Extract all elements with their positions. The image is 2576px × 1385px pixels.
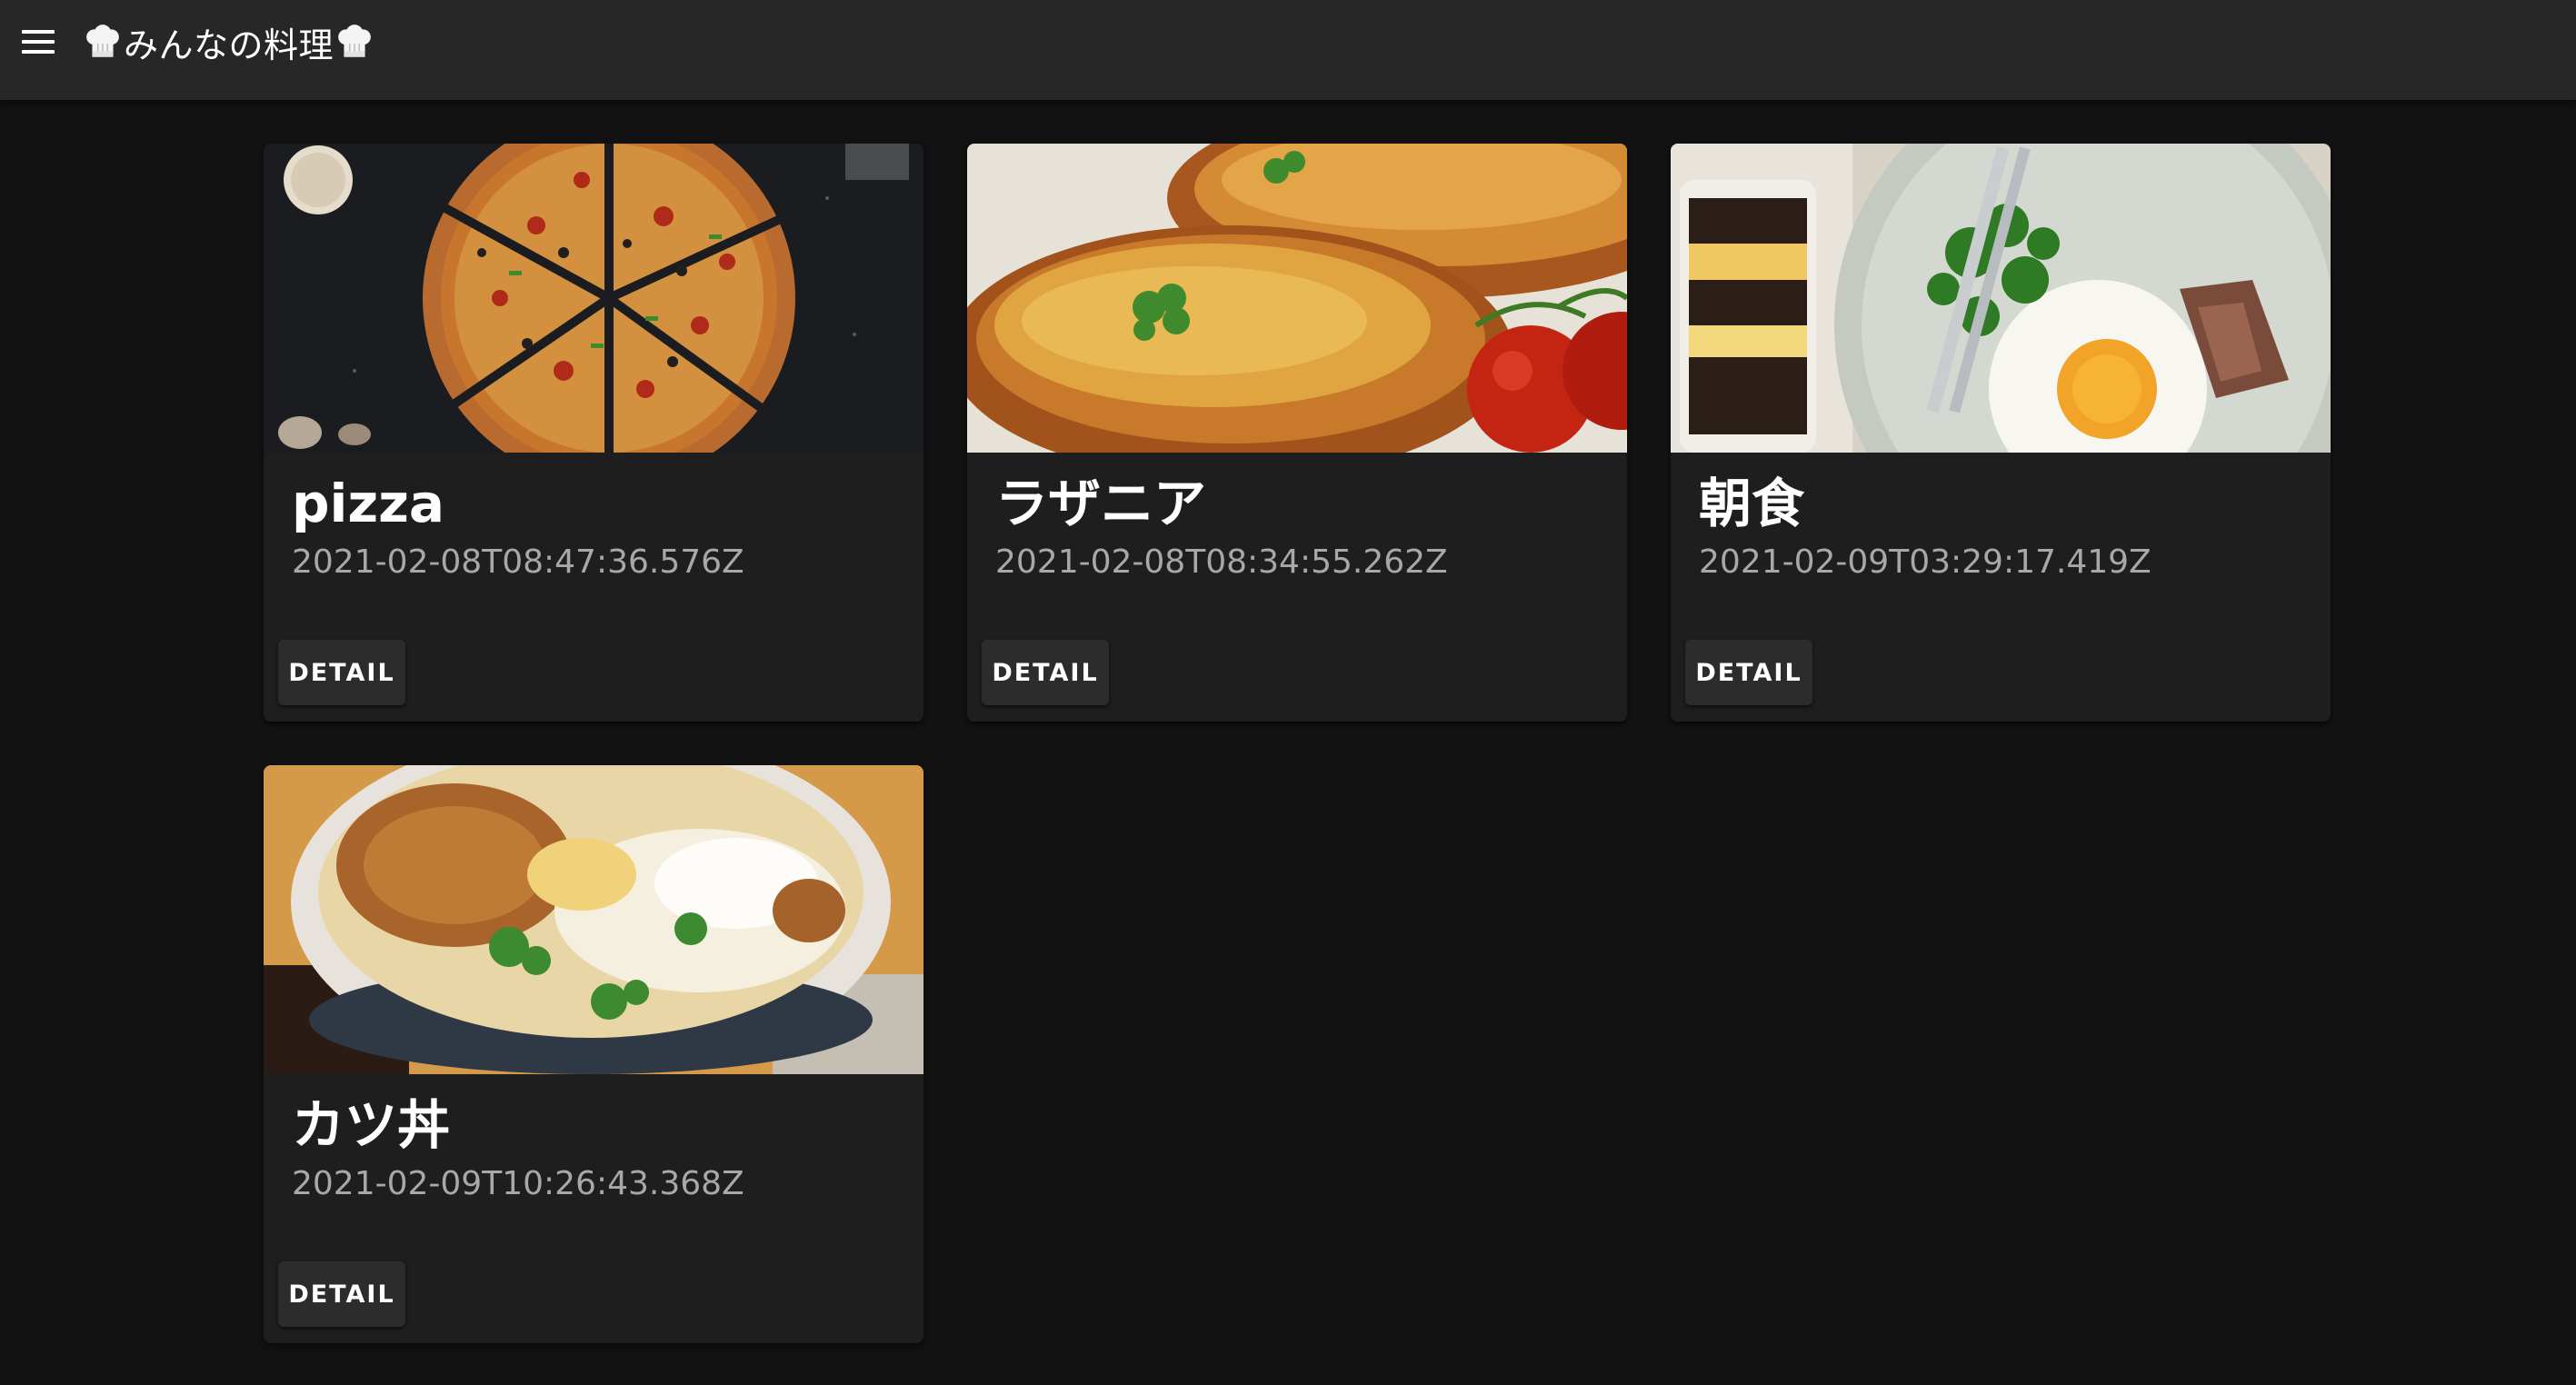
recipe-title: カツ丼 bbox=[292, 1094, 451, 1156]
recipe-card: pizza 2021-02-08T08:47:36.576Z DETAIL bbox=[264, 144, 924, 722]
lasagna-photo bbox=[967, 144, 1627, 453]
recipe-date: 2021-02-09T10:26:43.368Z bbox=[292, 1165, 744, 1202]
recipe-title: pizza bbox=[292, 473, 445, 534]
katsudon-photo bbox=[264, 765, 924, 1074]
app-title-text: みんなの料理 bbox=[124, 25, 334, 65]
recipe-title: ラザニア bbox=[995, 473, 1207, 534]
recipe-date: 2021-02-09T03:29:17.419Z bbox=[1699, 543, 2152, 581]
detail-button[interactable]: DETAIL bbox=[982, 640, 1109, 705]
recipe-card: カツ丼 2021-02-09T10:26:43.368Z DETAIL bbox=[264, 765, 924, 1343]
recipe-date: 2021-02-08T08:34:55.262Z bbox=[995, 543, 1448, 581]
recipe-card: ラザニア 2021-02-08T08:34:55.262Z DETAIL bbox=[967, 144, 1627, 722]
detail-button[interactable]: DETAIL bbox=[278, 640, 405, 705]
app-title: みんなの料理 bbox=[84, 16, 374, 67]
app-bar: みんなの料理 bbox=[0, 0, 2576, 100]
breakfast-photo bbox=[1671, 144, 2331, 453]
detail-button[interactable]: DETAIL bbox=[278, 1261, 405, 1327]
detail-button[interactable]: DETAIL bbox=[1685, 640, 1812, 705]
recipe-date: 2021-02-08T08:47:36.576Z bbox=[292, 543, 744, 581]
pizza-photo bbox=[264, 144, 924, 453]
menu-icon[interactable] bbox=[16, 20, 60, 64]
chef-hat-icon bbox=[338, 25, 371, 57]
chef-hat-icon bbox=[86, 25, 119, 57]
recipe-card: 朝食 2021-02-09T03:29:17.419Z DETAIL bbox=[1671, 144, 2331, 722]
recipe-title: 朝食 bbox=[1699, 473, 1805, 534]
